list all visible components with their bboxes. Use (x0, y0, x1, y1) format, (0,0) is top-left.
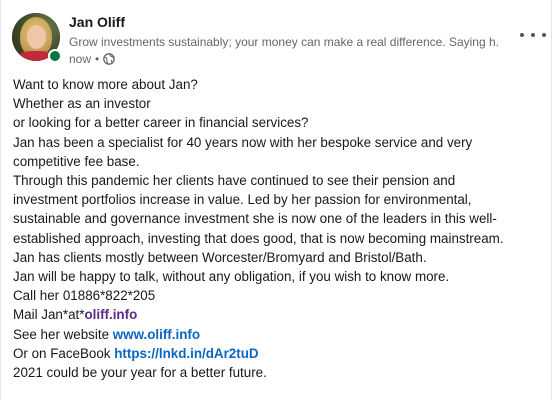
meta-separator: • (95, 52, 100, 66)
email-link[interactable]: oliff.info (84, 307, 137, 322)
post-line: established approach, investing that doe… (13, 230, 504, 246)
facebook-line: Or on FaceBook https://lnkd.in/dAr2tuD (13, 344, 543, 363)
mail-line: Mail Jan*at*oliff.info (13, 305, 543, 324)
post-line: Jan will be happy to talk, without any o… (13, 269, 450, 285)
post-body: Want to know more about Jan? Whether as … (13, 75, 543, 382)
globe-icon (103, 53, 116, 65)
author-name[interactable]: Jan Oliff (69, 14, 125, 30)
post-line: Jan has clients mostly between Worcester… (13, 249, 427, 265)
post-line: competitive fee base. (13, 153, 140, 169)
post-line: Jan has been a specialist for 40 years n… (13, 134, 473, 150)
post-line: Whether as an investor (13, 96, 151, 112)
author-headline: Grow investments sustainably; your money… (69, 35, 499, 49)
website-line: See her website www.oliff.info (13, 325, 543, 344)
ellipsis-icon[interactable] (520, 25, 546, 45)
post-time: now (69, 52, 92, 66)
post-line: or looking for a better career in financ… (13, 115, 309, 131)
online-status-indicator (48, 49, 62, 63)
post-header: Jan Oliff Grow investments sustainably; … (12, 13, 546, 69)
post-line: investment portfolios increase in value.… (13, 192, 472, 208)
post-line: Call her 01886*822*205 (13, 288, 156, 304)
post-line: Want to know more about Jan? (13, 77, 198, 92)
website-link[interactable]: www.oliff.info (113, 327, 200, 342)
post-meta: now • (69, 52, 116, 66)
facebook-link[interactable]: https://lnkd.in/dAr2tuD (114, 346, 258, 361)
mail-prefix: Mail Jan*at* (13, 307, 85, 323)
closing-line: 2021 could be your year for a better fut… (13, 365, 267, 381)
post-line: Through this pandemic her clients have c… (13, 173, 456, 189)
feed-post: Jan Oliff Grow investments sustainably; … (0, 0, 552, 400)
post-line: sustainable and governance investment sh… (13, 211, 497, 227)
facebook-prefix: Or on FaceBook (13, 345, 115, 361)
website-prefix: See her website (13, 326, 113, 342)
